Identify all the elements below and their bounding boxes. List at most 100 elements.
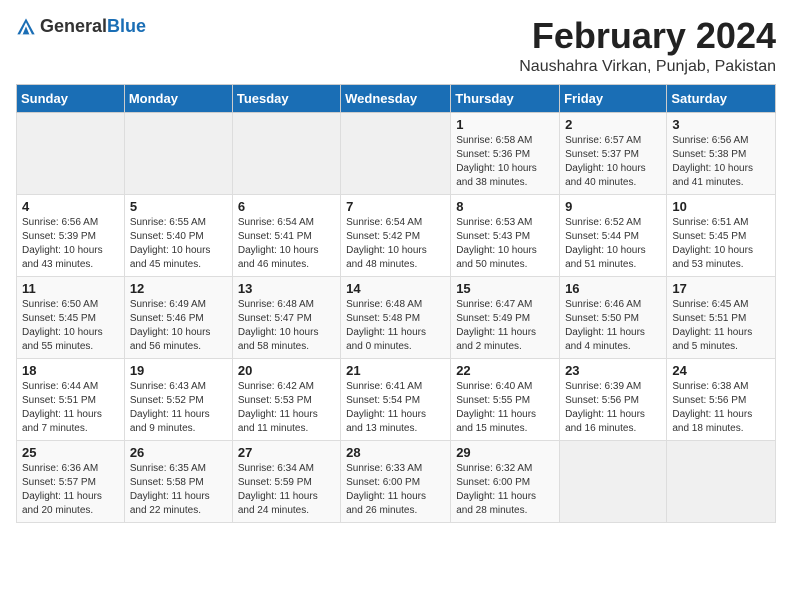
calendar-cell: 13 Sunrise: 6:48 AMSunset: 5:47 PMDayligh…	[232, 276, 340, 358]
day-number: 8	[456, 199, 554, 214]
logo: GeneralBlue	[16, 16, 146, 37]
calendar-week-5: 25Sunrise: 6:36 AMSunset: 5:57 PMDayligh…	[17, 440, 776, 522]
calendar-cell: 18 Sunrise: 6:44 AMSunset: 5:51 PMDayligh…	[17, 358, 125, 440]
calendar-cell: 23Sunrise: 6:39 AMSunset: 5:56 PMDayligh…	[560, 358, 667, 440]
day-info: Sunrise: 6:34 AMSunset: 5:59 PMDaylight:…	[238, 462, 335, 518]
day-info: Sunrise: 6:50 AMSunset: 5:45 PMDaylight:…	[22, 298, 119, 354]
day-info: Sunrise: 6:36 AMSunset: 5:57 PMDaylight:…	[22, 462, 119, 518]
calendar-cell: 5 Sunrise: 6:55 AMSunset: 5:40 PMDaylight…	[124, 194, 232, 276]
calendar-cell: 20 Sunrise: 6:42 AMSunset: 5:53 PMDayligh…	[232, 358, 340, 440]
day-info: Sunrise: 6:32 AMSunset: 6:00 PMDaylight:…	[456, 462, 554, 518]
calendar-header-row: SundayMondayTuesdayWednesdayThursdayFrid…	[17, 84, 776, 112]
day-info: Sunrise: 6:41 AMSunset: 5:54 PMDaylight:…	[346, 380, 445, 436]
day-info: Sunrise: 6:43 AMSunset: 5:52 PMDaylight:…	[130, 380, 227, 436]
location-title: Naushahra Virkan, Punjab, Pakistan	[519, 58, 776, 76]
day-info: Sunrise: 6:48 AMSunset: 5:48 PMDaylight:…	[346, 298, 445, 354]
day-number: 15	[456, 281, 554, 296]
day-info: Sunrise: 6:54 AMSunset: 5:41 PMDaylight:…	[238, 216, 335, 272]
day-info: Sunrise: 6:44 AMSunset: 5:51 PMDaylight:…	[22, 380, 119, 436]
calendar-cell: 6 Sunrise: 6:54 AMSunset: 5:41 PMDaylight…	[232, 194, 340, 276]
calendar-cell: 8 Sunrise: 6:53 AMSunset: 5:43 PMDaylight…	[451, 194, 560, 276]
day-number: 7	[346, 199, 445, 214]
day-info: Sunrise: 6:33 AMSunset: 6:00 PMDaylight:…	[346, 462, 445, 518]
calendar-cell: 9 Sunrise: 6:52 AMSunset: 5:44 PMDaylight…	[560, 194, 667, 276]
day-number: 9	[565, 199, 661, 214]
header-day-saturday: Saturday	[667, 84, 776, 112]
calendar-week-2: 4Sunrise: 6:56 AMSunset: 5:39 PMDaylight…	[17, 194, 776, 276]
day-info: Sunrise: 6:47 AMSunset: 5:49 PMDaylight:…	[456, 298, 554, 354]
calendar-cell: 28 Sunrise: 6:33 AMSunset: 6:00 PMDayligh…	[341, 440, 451, 522]
day-info: Sunrise: 6:53 AMSunset: 5:43 PMDaylight:…	[456, 216, 554, 272]
calendar-cell: 15 Sunrise: 6:47 AMSunset: 5:49 PMDayligh…	[451, 276, 560, 358]
logo-icon	[16, 17, 36, 37]
day-number: 3	[672, 117, 770, 132]
logo-general: General	[40, 16, 107, 36]
calendar-week-4: 18 Sunrise: 6:44 AMSunset: 5:51 PMDayligh…	[17, 358, 776, 440]
calendar-cell	[124, 112, 232, 194]
day-number: 28	[346, 445, 445, 460]
day-info: Sunrise: 6:45 AMSunset: 5:51 PMDaylight:…	[672, 298, 770, 354]
title-block: February 2024 Naushahra Virkan, Punjab, …	[519, 16, 776, 76]
day-number: 10	[672, 199, 770, 214]
calendar-week-1: 1 Sunrise: 6:58 AMSunset: 5:36 PMDaylight…	[17, 112, 776, 194]
day-info: Sunrise: 6:56 AMSunset: 5:39 PMDaylight:…	[22, 216, 119, 272]
calendar-cell: 10 Sunrise: 6:51 AMSunset: 5:45 PMDayligh…	[667, 194, 776, 276]
day-number: 19	[130, 363, 227, 378]
month-title: February 2024	[519, 16, 776, 56]
day-info: Sunrise: 6:38 AMSunset: 5:56 PMDaylight:…	[672, 380, 770, 436]
day-number: 21	[346, 363, 445, 378]
header-day-friday: Friday	[560, 84, 667, 112]
day-number: 26	[130, 445, 227, 460]
day-number: 20	[238, 363, 335, 378]
day-info: Sunrise: 6:55 AMSunset: 5:40 PMDaylight:…	[130, 216, 227, 272]
day-number: 14	[346, 281, 445, 296]
calendar-cell: 27 Sunrise: 6:34 AMSunset: 5:59 PMDayligh…	[232, 440, 340, 522]
calendar-cell: 11 Sunrise: 6:50 AMSunset: 5:45 PMDayligh…	[17, 276, 125, 358]
day-info: Sunrise: 6:46 AMSunset: 5:50 PMDaylight:…	[565, 298, 661, 354]
header-day-monday: Monday	[124, 84, 232, 112]
day-info: Sunrise: 6:39 AMSunset: 5:56 PMDaylight:…	[565, 380, 661, 436]
day-number: 18	[22, 363, 119, 378]
calendar-cell: 7 Sunrise: 6:54 AMSunset: 5:42 PMDaylight…	[341, 194, 451, 276]
day-number: 5	[130, 199, 227, 214]
calendar-cell: 14 Sunrise: 6:48 AMSunset: 5:48 PMDayligh…	[341, 276, 451, 358]
day-info: Sunrise: 6:42 AMSunset: 5:53 PMDaylight:…	[238, 380, 335, 436]
day-number: 24	[672, 363, 770, 378]
calendar-cell	[560, 440, 667, 522]
day-info: Sunrise: 6:56 AMSunset: 5:38 PMDaylight:…	[672, 134, 770, 190]
header-day-tuesday: Tuesday	[232, 84, 340, 112]
day-info: Sunrise: 6:58 AMSunset: 5:36 PMDaylight:…	[456, 134, 554, 190]
day-info: Sunrise: 6:40 AMSunset: 5:55 PMDaylight:…	[456, 380, 554, 436]
day-number: 16	[565, 281, 661, 296]
calendar-cell: 29 Sunrise: 6:32 AMSunset: 6:00 PMDayligh…	[451, 440, 560, 522]
calendar-cell	[232, 112, 340, 194]
calendar-cell: 26 Sunrise: 6:35 AMSunset: 5:58 PMDayligh…	[124, 440, 232, 522]
day-info: Sunrise: 6:51 AMSunset: 5:45 PMDaylight:…	[672, 216, 770, 272]
calendar-cell	[17, 112, 125, 194]
calendar-cell: 24 Sunrise: 6:38 AMSunset: 5:56 PMDayligh…	[667, 358, 776, 440]
calendar-cell: 25Sunrise: 6:36 AMSunset: 5:57 PMDayligh…	[17, 440, 125, 522]
day-number: 11	[22, 281, 119, 296]
calendar-cell	[341, 112, 451, 194]
header-day-sunday: Sunday	[17, 84, 125, 112]
calendar-cell: 21 Sunrise: 6:41 AMSunset: 5:54 PMDayligh…	[341, 358, 451, 440]
day-number: 2	[565, 117, 661, 132]
day-number: 29	[456, 445, 554, 460]
calendar-body: 1 Sunrise: 6:58 AMSunset: 5:36 PMDaylight…	[17, 112, 776, 522]
header-day-thursday: Thursday	[451, 84, 560, 112]
calendar-cell	[667, 440, 776, 522]
day-number: 13	[238, 281, 335, 296]
calendar-week-3: 11 Sunrise: 6:50 AMSunset: 5:45 PMDayligh…	[17, 276, 776, 358]
day-number: 1	[456, 117, 554, 132]
logo-blue: Blue	[107, 16, 146, 36]
day-number: 27	[238, 445, 335, 460]
day-info: Sunrise: 6:52 AMSunset: 5:44 PMDaylight:…	[565, 216, 661, 272]
day-info: Sunrise: 6:35 AMSunset: 5:58 PMDaylight:…	[130, 462, 227, 518]
calendar-table: SundayMondayTuesdayWednesdayThursdayFrid…	[16, 84, 776, 523]
day-info: Sunrise: 6:49 AMSunset: 5:46 PMDaylight:…	[130, 298, 227, 354]
calendar-cell: 16 Sunrise: 6:46 AMSunset: 5:50 PMDayligh…	[560, 276, 667, 358]
day-info: Sunrise: 6:54 AMSunset: 5:42 PMDaylight:…	[346, 216, 445, 272]
day-info: Sunrise: 6:48 AMSunset: 5:47 PMDaylight:…	[238, 298, 335, 354]
header-day-wednesday: Wednesday	[341, 84, 451, 112]
day-number: 6	[238, 199, 335, 214]
